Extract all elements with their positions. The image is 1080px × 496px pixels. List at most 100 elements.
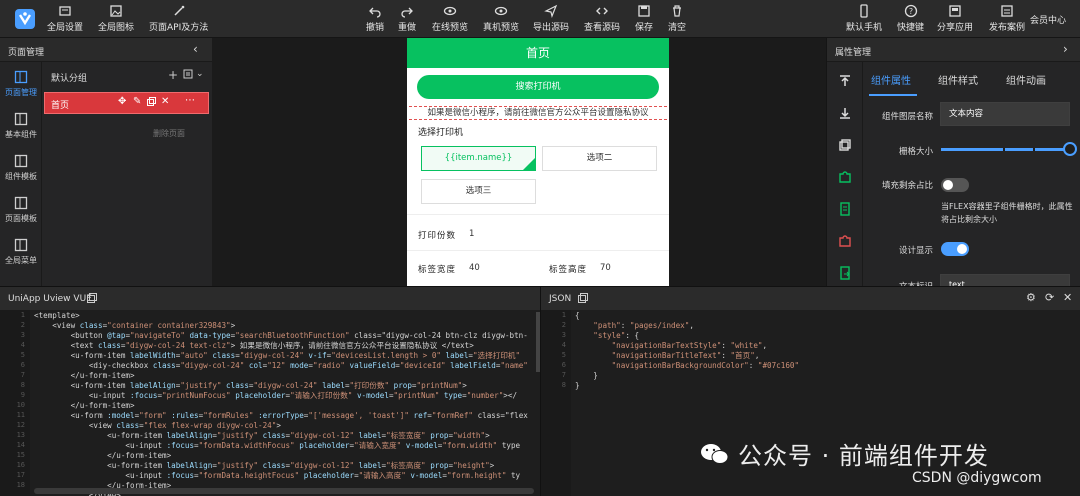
tab-component-props[interactable]: 组件属性	[871, 72, 911, 87]
tab-component-animation[interactable]: 组件动画	[1006, 72, 1046, 87]
redo-icon	[400, 4, 414, 18]
copies-value[interactable]: 1	[469, 229, 474, 239]
collapse-left-icon[interactable]: ‹	[193, 42, 198, 56]
toolbar-btn-center-4[interactable]: 导出源码	[533, 4, 569, 34]
copy-component-icon[interactable]	[838, 138, 852, 152]
group-row[interactable]: 默认分组 + ⌄	[42, 62, 212, 88]
pages-icon	[14, 70, 28, 84]
width-value[interactable]: 40	[469, 263, 480, 273]
move-icon[interactable]: ✥	[118, 96, 126, 107]
property-panel-title: 属性管理	[835, 48, 872, 58]
toolbar-btn-center-1[interactable]: 重做	[398, 4, 416, 34]
toolbar-button-label: 真机预览	[483, 23, 520, 33]
add-page-icon[interactable]: +	[168, 68, 178, 82]
puzzle-remove-icon[interactable]	[838, 234, 852, 248]
grid-size-slider[interactable]	[941, 148, 1071, 151]
code-line: {	[575, 311, 580, 320]
line-number: 17	[16, 471, 25, 479]
more-icon[interactable]: ⋯	[185, 95, 195, 106]
copy-json-icon[interactable]	[578, 293, 588, 306]
toolbar-btn-right-0[interactable]: 默认手机	[846, 4, 882, 34]
code-line: <u-input :focus="formData.widthFocus" pl…	[34, 441, 521, 450]
rail-item-1[interactable]: 基本组件	[0, 106, 42, 146]
toolbar-btn-left-1[interactable]: 全局图标	[98, 4, 134, 34]
rail-item-0[interactable]: 页面管理	[0, 64, 42, 104]
refresh-icon[interactable]: ⟳	[1045, 291, 1054, 304]
toolbar-btn-right-1[interactable]: ? 快捷键	[897, 4, 924, 34]
code-line: "path": "pages/index",	[593, 321, 694, 330]
rail-item-3[interactable]: 页面模板	[0, 190, 42, 230]
line-number: 10	[16, 401, 25, 409]
export-doc-icon[interactable]	[838, 266, 852, 280]
horizontal-scrollbar[interactable]	[34, 488, 534, 494]
grid-size-label: 栅格大小	[898, 147, 933, 157]
collapse-right-icon[interactable]: ›	[1063, 42, 1068, 56]
vue-code-editor[interactable]: 1 2 3 4 5 6 7 8 9 10 11 12 13 14 15 16 17 18 <template> <…	[0, 310, 540, 496]
code-line: "navigationBarBackgroundColor": "#07c160…	[611, 361, 800, 370]
page-manager-title: 页面管理	[8, 48, 45, 58]
tab-component-style[interactable]: 组件样式	[938, 72, 978, 87]
edit-icon[interactable]: ✎	[133, 96, 141, 107]
printer-option-2[interactable]: 选项二	[542, 146, 657, 171]
toolbar-btn-right-3[interactable]: 发布案例	[989, 4, 1025, 34]
toolbar-button-label: 默认手机	[846, 23, 883, 33]
toolbar-btn-center-7[interactable]: 清空	[668, 4, 686, 34]
align-top-icon[interactable]	[838, 74, 852, 88]
undo-icon	[368, 4, 382, 18]
delete-page-button[interactable]: 删除页面	[138, 126, 200, 142]
printer-option-1[interactable]: {{item.name}} ✓	[421, 146, 536, 171]
page-item-home[interactable]: 首页 ✥ ✎ ✕ ⋯	[44, 92, 209, 114]
height-value[interactable]: 70	[600, 263, 611, 273]
phone-preview: 首页 搜索打印机 如果是微信小程序，请前往微信官方公众平台设置隐私协议 选择打印…	[407, 38, 669, 286]
toolbar-button-label: 查看源码	[584, 23, 621, 33]
line-number: 9	[20, 391, 25, 399]
code-line: <u-input :focus="formData.heightFocus" p…	[34, 471, 521, 480]
search-printer-button[interactable]: 搜索打印机	[417, 75, 659, 99]
close-panel-icon[interactable]: ✕	[1063, 291, 1072, 304]
wechat-icon	[700, 442, 730, 466]
toolbar-button-label: 页面API及方法	[149, 23, 209, 33]
check-icon: ✓	[528, 157, 534, 165]
line-number: 4	[20, 341, 25, 349]
rail-item-2[interactable]: 组件模板	[0, 148, 42, 188]
toolbar-button-label: 全局图标	[98, 23, 135, 33]
member-center-label: 会员中心	[1030, 16, 1067, 26]
toolbar-btn-left-2[interactable]: 页面API及方法	[149, 4, 208, 34]
rail-item-4[interactable]: 全局菜单	[0, 232, 42, 272]
grid-size-slider-thumb[interactable]	[1063, 142, 1077, 156]
design-display-toggle[interactable]	[941, 242, 969, 256]
toolbar-btn-left-0[interactable]: 全局设置	[47, 4, 83, 34]
copy-icon[interactable]	[147, 97, 156, 109]
fill-ratio-toggle[interactable]	[941, 178, 969, 192]
gear-icon[interactable]: ⚙	[1026, 291, 1036, 304]
divider	[407, 250, 669, 251]
height-label: 标签高度	[549, 265, 588, 275]
toolbar-btn-center-6[interactable]: 保存	[635, 4, 653, 34]
toolbar-btn-center-5[interactable]: 查看源码	[584, 4, 620, 34]
align-bottom-icon[interactable]	[838, 106, 852, 120]
copy-code-icon[interactable]	[87, 293, 97, 306]
code-line: <u-form-item labelAlign="justify" class=…	[34, 431, 490, 440]
toolbar-button-label: 快捷键	[897, 23, 925, 33]
toolbar-btn-right-2[interactable]: 分享应用	[937, 4, 973, 34]
line-number: 14	[16, 441, 25, 449]
app-logo-icon	[14, 8, 36, 30]
rail-item-label: 基本组件	[5, 130, 37, 139]
chevron-down-icon[interactable]: ⌄	[196, 69, 204, 79]
printer-option-3[interactable]: 选项三	[421, 179, 536, 204]
toolbar-btn-center-2[interactable]: 在线预览	[432, 4, 468, 34]
puzzle-icon[interactable]	[838, 170, 852, 184]
toolbar-btn-center-3[interactable]: 真机预览	[483, 4, 519, 34]
toolbar-btn-center-0[interactable]: 撤销	[366, 4, 384, 34]
phone-icon	[857, 4, 871, 18]
layer-name-input[interactable]: 文本内容	[940, 102, 1070, 126]
close-icon[interactable]: ✕	[161, 96, 169, 107]
line-number: 8	[561, 381, 566, 389]
code-line: <template>	[34, 311, 80, 320]
save-icon	[637, 4, 651, 18]
document-icon[interactable]	[838, 202, 852, 216]
toolbar-button-label: 发布案例	[989, 23, 1026, 33]
line-number: 3	[20, 331, 25, 339]
folder-icon[interactable]	[183, 69, 193, 82]
divider	[407, 214, 669, 215]
